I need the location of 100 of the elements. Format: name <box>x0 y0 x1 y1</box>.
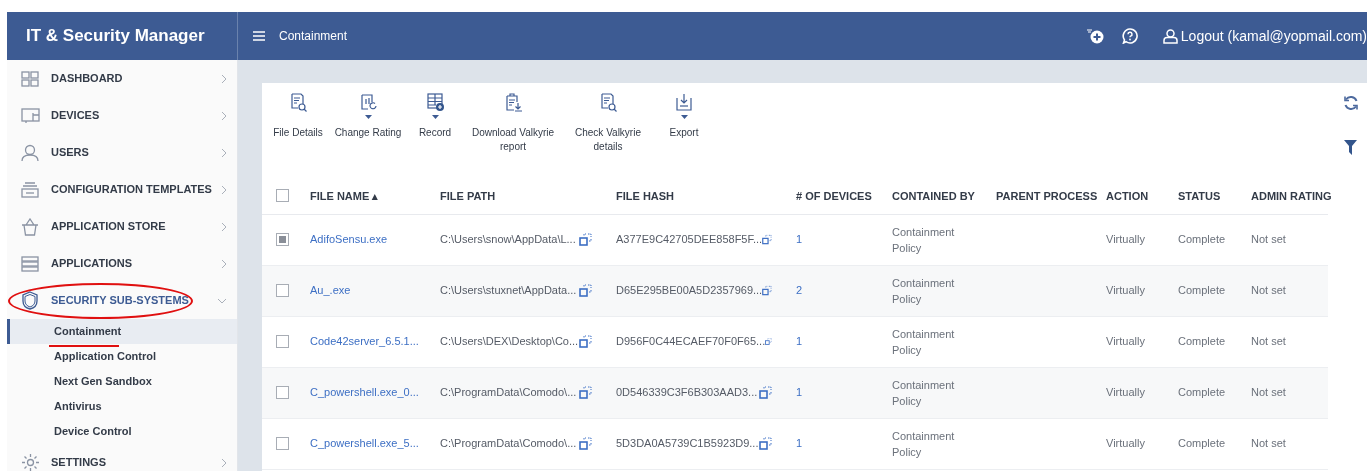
refresh-icon[interactable] <box>1343 95 1359 111</box>
filter-icon[interactable] <box>1344 140 1357 155</box>
file-path: C:\ProgramData\Comodo\... <box>440 385 577 401</box>
logout-link[interactable]: Logout (kamal@yopmail.com) <box>1180 25 1367 47</box>
sidebar-item[interactable]: APPLICATIONS <box>7 245 237 282</box>
row-checkbox[interactable] <box>276 437 289 450</box>
column-header[interactable]: ACTION <box>1106 189 1149 202</box>
chevron-right-icon <box>221 73 227 84</box>
row-checkbox[interactable] <box>276 386 289 399</box>
copy-icon[interactable] <box>759 386 772 399</box>
document-search-icon <box>288 93 308 112</box>
action: Virtually <box>1106 386 1145 399</box>
column-header[interactable]: CONTAINED BY <box>892 189 975 202</box>
copy-icon[interactable] <box>762 233 772 246</box>
annotation-underline <box>49 345 119 347</box>
sidebar-item[interactable]: USERS <box>7 134 237 171</box>
status: Complete <box>1178 284 1226 297</box>
breadcrumb: Containment <box>279 28 348 45</box>
select-all-checkbox[interactable] <box>276 189 289 203</box>
row-checkbox[interactable] <box>276 284 289 297</box>
sidebar-item[interactable]: SETTINGS <box>7 444 237 471</box>
copy-icon[interactable] <box>579 335 592 348</box>
column-header[interactable]: PARENT PROCESS <box>996 189 1098 202</box>
device-count-link[interactable]: 2 <box>796 284 803 297</box>
copy-icon[interactable] <box>765 335 772 348</box>
shield-icon <box>22 291 38 310</box>
device-count-link[interactable]: 1 <box>796 437 803 450</box>
copy-icon[interactable] <box>579 233 592 246</box>
toolbar-button[interactable]: File Details <box>265 93 331 140</box>
device-count-link[interactable]: 1 <box>796 335 803 348</box>
chevron-right-icon <box>221 258 227 269</box>
file-hash: D956F0C44ECAEF70F0F65... <box>616 334 766 350</box>
table-add-icon <box>425 93 445 112</box>
chevron-down-icon <box>217 297 227 304</box>
sidebar-subitem[interactable]: Next Gen Sandbox <box>7 369 237 394</box>
file-path: C:\Users\DEX\Desktop\Co... <box>440 334 579 350</box>
copy-icon[interactable] <box>579 437 592 450</box>
app-title: IT & Security Manager <box>26 25 205 48</box>
file-name-link[interactable]: AdifoSensu.exe <box>310 233 388 246</box>
monitor-icon <box>20 107 40 124</box>
add-icon[interactable] <box>1086 28 1104 44</box>
sidebar-item[interactable]: DASHBOARD <box>7 60 237 97</box>
sidebar-subitem[interactable]: Antivirus <box>7 394 237 419</box>
tray-download-icon <box>674 93 694 112</box>
toolbar-button[interactable]: Record <box>405 93 465 140</box>
chevron-right-icon <box>221 221 227 232</box>
list-icon <box>21 255 39 272</box>
file-path: C:\Users\stuxnet\AppData... <box>440 283 577 299</box>
chevron-right-icon <box>221 110 227 121</box>
grid-icon <box>21 70 39 87</box>
sidebar-item[interactable]: CONFIGURATION TEMPLATES <box>7 171 237 208</box>
file-name-link[interactable]: C_powershell.exe_0... <box>310 386 419 399</box>
file-name-link[interactable]: Code42server_6.5.1... <box>310 335 419 348</box>
status: Complete <box>1178 437 1226 450</box>
chevron-right-icon <box>221 147 227 158</box>
toolbar-button[interactable]: Check Valkyrie details <box>561 93 655 154</box>
sidebar-item[interactable]: APPLICATION STORE <box>7 208 237 245</box>
copy-icon[interactable] <box>759 437 772 450</box>
column-header[interactable]: FILE NAME ▴ <box>310 189 379 202</box>
user-icon <box>1162 28 1178 44</box>
row-checkbox[interactable] <box>276 335 289 348</box>
file-name-link[interactable]: Au_.exe <box>310 284 351 297</box>
device-count-link[interactable]: 1 <box>796 233 803 246</box>
admin-rating: Not set <box>1251 335 1286 348</box>
column-header[interactable]: STATUS <box>1178 189 1221 202</box>
sidebar-item[interactable]: DEVICES <box>7 97 237 134</box>
sidebar-subitem[interactable]: Application Control <box>7 344 237 369</box>
sidebar-item[interactable]: SECURITY SUB-SYSTEMS <box>7 282 237 319</box>
file-path: C:\Users\snow\AppData\L... <box>440 232 576 248</box>
action: Virtually <box>1106 335 1145 348</box>
device-count-link[interactable]: 1 <box>796 386 803 399</box>
clipboard-download-icon <box>503 93 523 112</box>
column-header[interactable]: ADMIN RATING <box>1251 189 1332 202</box>
toolbar-button[interactable]: Download Valkyrie report <box>465 93 561 154</box>
menu-icon[interactable] <box>253 31 265 41</box>
sidebar-subitem[interactable]: Containment <box>7 319 237 344</box>
copy-icon[interactable] <box>762 284 772 297</box>
gear-icon <box>20 453 40 471</box>
column-header[interactable]: FILE PATH <box>440 189 496 202</box>
user-icon <box>21 143 39 162</box>
status: Complete <box>1178 386 1226 399</box>
file-path: C:\ProgramData\Comodo\... <box>440 436 577 452</box>
toolbar-button[interactable]: Export <box>655 93 713 140</box>
help-icon[interactable] <box>1121 28 1138 44</box>
sidebar-subitem[interactable]: Device Control <box>7 419 237 444</box>
toolbar-button[interactable]: Change Rating <box>331 93 405 140</box>
column-header[interactable]: # OF DEVICES <box>796 189 872 202</box>
admin-rating: Not set <box>1251 386 1286 399</box>
row-checkbox[interactable] <box>276 233 289 246</box>
chevron-right-icon <box>221 457 227 468</box>
copy-icon[interactable] <box>579 284 592 297</box>
basket-icon <box>21 217 39 236</box>
copy-icon[interactable] <box>579 386 592 399</box>
column-header[interactable]: FILE HASH <box>616 189 675 202</box>
file-name-link[interactable]: C_powershell.exe_5... <box>310 437 419 450</box>
file-hash: D65E295BE00A5D2357969... <box>616 283 763 299</box>
admin-rating: Not set <box>1251 437 1286 450</box>
admin-rating: Not set <box>1251 233 1286 246</box>
file-hash: 0D546339C3F6B303AAD3... <box>616 385 758 401</box>
status: Complete <box>1178 335 1226 348</box>
